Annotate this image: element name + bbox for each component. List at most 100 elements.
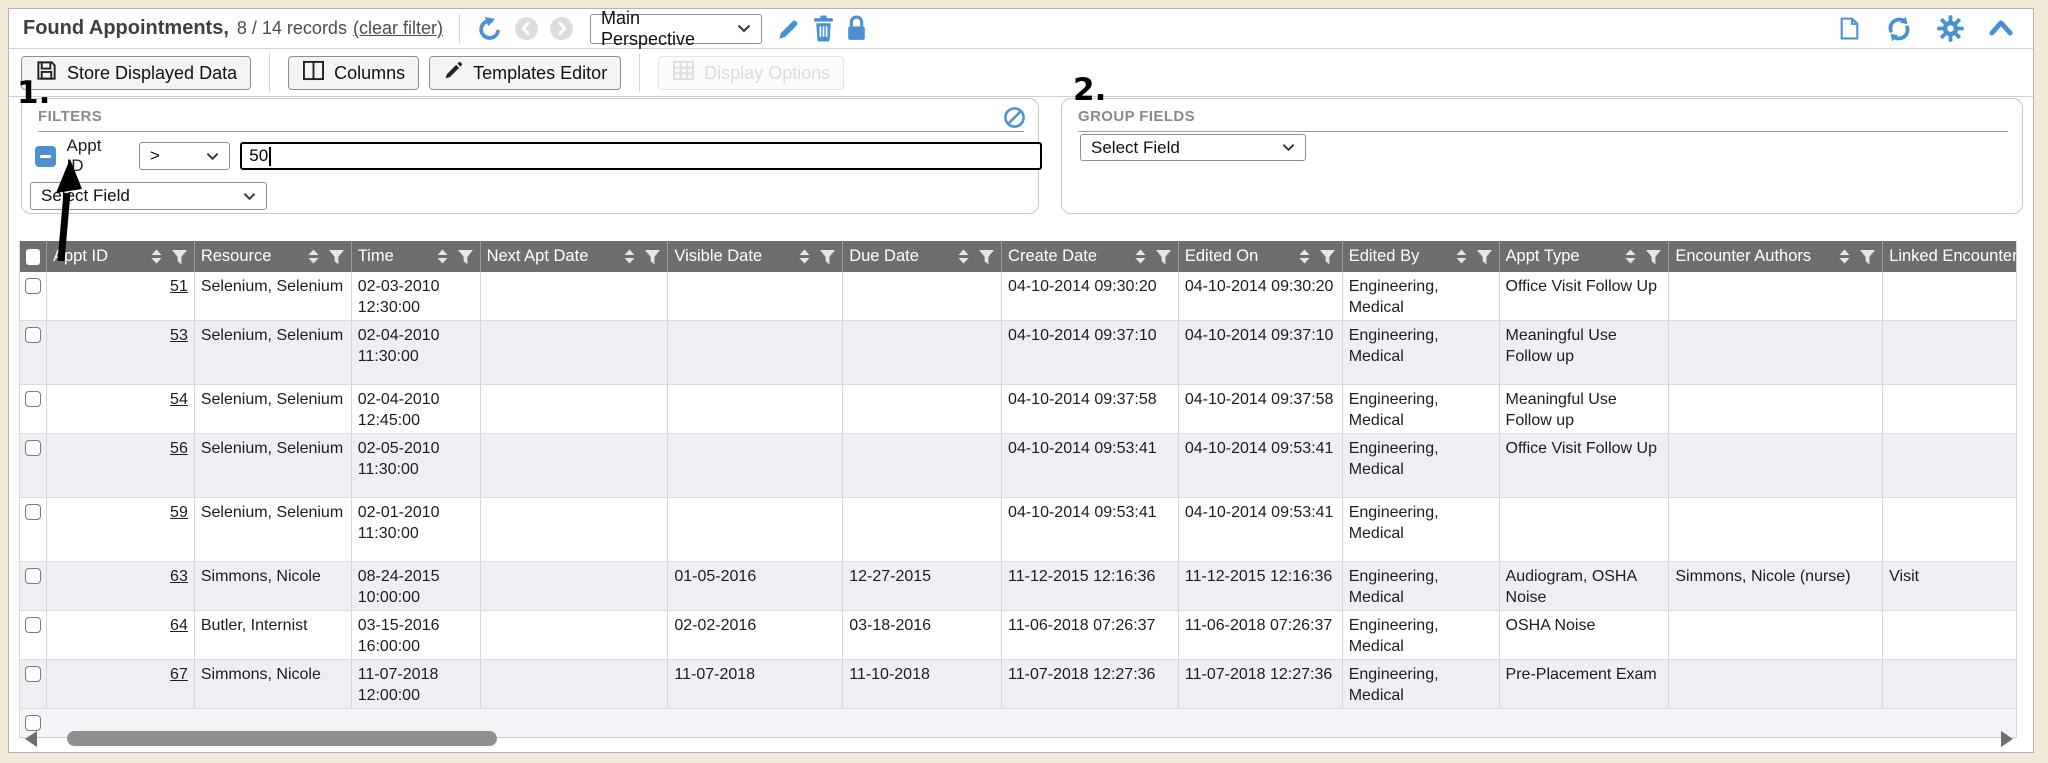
table-row: 59Selenium, Selenium02-01-2010 11:30:000… [20,498,2016,562]
store-displayed-data-button[interactable]: Store Displayed Data [21,56,251,90]
cell-appt_id: 67 [46,660,194,708]
column-header-appt_id[interactable]: Appt ID [46,241,194,272]
columns-button[interactable]: Columns [288,56,419,90]
filter-operator-select[interactable]: > [139,142,230,170]
sort-icon[interactable] [1837,248,1852,265]
cell-create_date: 11-07-2018 12:27:36 [1001,660,1178,708]
gear-icon[interactable] [1936,14,1965,43]
cell-due_date: 11-10-2018 [842,660,1001,708]
delete-perspective-icon[interactable] [812,15,835,42]
appt-id-link[interactable]: 51 [170,278,188,295]
column-header-due_date[interactable]: Due Date [842,241,1001,272]
sort-icon[interactable] [622,248,637,265]
cell-resource: Simmons, Nicole [194,660,351,708]
column-header-appt_type[interactable]: Appt Type [1499,241,1669,272]
column-label: Encounter Authors [1675,247,1811,266]
column-header-encounter_authors[interactable]: Encounter Authors [1668,241,1882,272]
sort-icon[interactable] [306,248,321,265]
filter-funnel-icon[interactable] [1155,249,1172,265]
annotation-number-1: 1. [17,75,50,111]
cell-encounter_authors [1668,272,1882,320]
cell-due_date [842,434,1001,497]
row-checkbox[interactable] [25,278,41,294]
column-label: Resource [201,247,272,266]
filter-value-input[interactable]: 50 [240,142,1042,170]
undo-icon[interactable] [476,15,504,43]
cell-edited_by: Engineering, Medical [1342,498,1499,561]
new-document-icon[interactable] [1837,14,1862,43]
appt-id-link[interactable]: 64 [170,617,188,634]
filter-funnel-icon[interactable] [978,249,995,265]
column-header-resource[interactable]: Resource [194,241,351,272]
scroll-left-arrow[interactable] [25,731,37,747]
column-header-linked_encounters[interactable]: Linked Encounters [1882,241,2016,272]
column-header-next_apt_date[interactable]: Next Apt Date [480,241,668,272]
remove-filter-button[interactable] [35,146,56,167]
row-checkbox[interactable] [25,327,41,343]
clear-filters-block-icon[interactable] [1003,106,1026,134]
column-header-visible_date[interactable]: Visible Date [667,241,842,272]
filter-funnel-icon[interactable] [328,249,345,265]
templates-editor-button[interactable]: Templates Editor [429,56,621,90]
table-row: 53Selenium, Selenium02-04-2010 11:30:000… [20,321,2016,385]
column-header-edited_on[interactable]: Edited On [1178,241,1342,272]
cell-visible_date: 01-05-2016 [667,562,842,610]
filter-funnel-icon[interactable] [171,249,188,265]
column-header-edited_by[interactable]: Edited By [1342,241,1499,272]
scroll-right-arrow[interactable] [2001,731,2013,747]
sort-icon[interactable] [956,248,971,265]
row-checkbox[interactable] [25,504,41,520]
column-header-create_date[interactable]: Create Date [1001,241,1178,272]
cell-select [20,611,46,659]
sort-icon[interactable] [1454,248,1469,265]
collapse-chevron-up-icon[interactable] [1987,17,2015,40]
select-all-checkbox[interactable] [26,249,40,265]
horizontal-scrollbar[interactable] [19,728,2017,750]
row-checkbox[interactable] [25,391,41,407]
cell-visible_date [667,272,842,320]
appt-id-link[interactable]: 54 [170,391,188,408]
appt-id-link[interactable]: 59 [170,504,188,521]
appt-id-link[interactable]: 53 [170,327,188,344]
cell-edited_on: 04-10-2014 09:37:10 [1178,321,1342,384]
row-checkbox[interactable] [25,440,41,456]
row-checkbox[interactable] [25,666,41,682]
sort-icon[interactable] [435,248,450,265]
group-field-select[interactable]: Select Field [1080,134,1306,161]
perspective-select[interactable]: Main Perspective [590,14,762,44]
appt-id-link[interactable]: 67 [170,666,188,683]
cell-edited_by: Engineering, Medical [1342,611,1499,659]
cell-edited_on: 04-10-2014 09:53:41 [1178,434,1342,497]
cell-linked_encounters [1882,321,2016,384]
cell-edited_by: Engineering, Medical [1342,434,1499,497]
filter-funnel-icon[interactable] [819,249,836,265]
filter-funnel-icon[interactable] [644,249,661,265]
appt-id-link[interactable]: 56 [170,440,188,457]
sort-icon[interactable] [149,248,164,265]
scrollbar-thumb[interactable] [67,731,497,746]
refresh-icon[interactable] [1884,14,1914,44]
filter-funnel-icon[interactable] [1859,249,1876,265]
sort-icon[interactable] [1623,248,1638,265]
lock-perspective-icon[interactable] [845,15,868,42]
clear-filter-link[interactable]: (clear filter) [353,18,443,39]
sort-icon[interactable] [1297,248,1312,265]
sort-icon[interactable] [797,248,812,265]
filter-funnel-icon[interactable] [1319,249,1336,265]
column-header-time[interactable]: Time [351,241,480,272]
filter-funnel-icon[interactable] [457,249,474,265]
cell-next_apt_date [480,272,668,320]
edit-perspective-icon[interactable] [776,16,802,42]
cell-edited_on: 04-10-2014 09:53:41 [1178,498,1342,561]
chevron-down-icon [729,24,751,33]
filter-funnel-icon[interactable] [1645,249,1662,265]
cell-visible_date [667,498,842,561]
cell-linked_encounters [1882,434,2016,497]
appt-id-link[interactable]: 63 [170,568,188,585]
sort-icon[interactable] [1133,248,1148,265]
row-checkbox[interactable] [25,568,41,584]
add-filter-field-select[interactable]: Select Field [30,182,267,210]
filter-funnel-icon[interactable] [1476,249,1493,265]
row-checkbox[interactable] [25,617,41,633]
cell-visible_date: 02-02-2016 [667,611,842,659]
